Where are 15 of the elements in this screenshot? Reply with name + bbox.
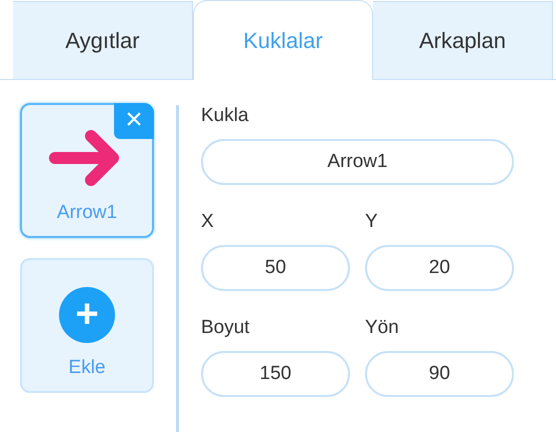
field-label: Yön — [365, 317, 400, 339]
input-field[interactable]: 90 — [365, 351, 514, 397]
input-field[interactable]: 20 — [365, 245, 514, 291]
field-label: Y — [365, 211, 379, 233]
field-label: X — [201, 211, 215, 233]
input-field[interactable]: Arrow1 — [201, 139, 514, 185]
add-icon: + — [59, 287, 115, 343]
add-label: Ekle — [68, 357, 106, 379]
tab[interactable]: Arkaplan — [373, 1, 553, 79]
sprite-name: Arrow1 — [56, 202, 118, 224]
field-label: Kukla — [201, 105, 250, 127]
input-field[interactable]: 50 — [201, 245, 350, 291]
input-field[interactable]: 150 — [201, 351, 350, 397]
tab[interactable]: Aygıtlar — [13, 1, 193, 79]
field-label: Boyut — [201, 317, 251, 339]
